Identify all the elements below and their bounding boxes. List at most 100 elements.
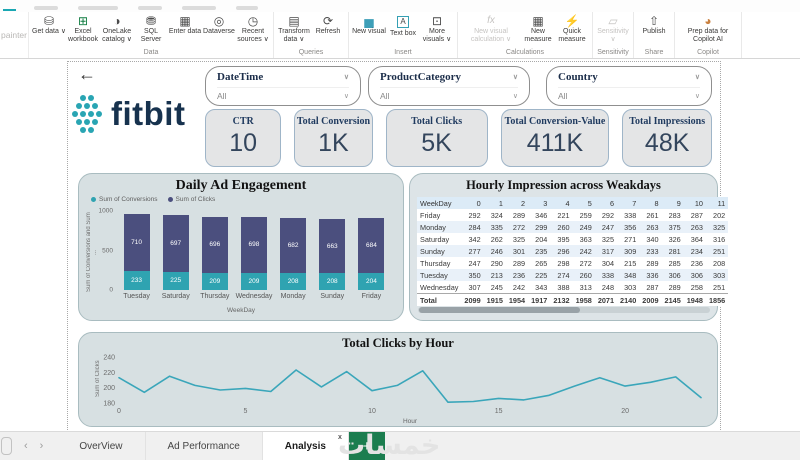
conversions-bar-segment[interactable]: 209 <box>240 273 267 290</box>
text-box-button[interactable]: A Text box <box>386 13 420 38</box>
new-measure-button[interactable]: ▦ New measure <box>521 13 555 44</box>
tab-overview[interactable]: OverView <box>57 432 146 460</box>
filter-value[interactable]: All ∨ <box>217 87 349 101</box>
table-cell: 364 <box>690 234 703 244</box>
table-row: Tuesday 350 213 236 225 274 260 338 348 336 306 306… <box>417 269 729 281</box>
table-scrollbar-thumb[interactable] <box>419 307 580 313</box>
table-cell: 1917 <box>528 293 551 306</box>
publish-button[interactable]: ⇧ Publish <box>637 13 671 36</box>
bar-chart-plot: 710 233 Tuesday 697 225 Saturday 696 209 Thursda… <box>99 208 391 300</box>
table-cell: 316 <box>713 234 726 244</box>
prep-data-for-copilot-button[interactable]: ◕ Prep data for Copilot AI <box>678 13 738 44</box>
ribbon-group-buttons: ◕ Prep data for Copilot AI <box>678 13 738 48</box>
chevron-down-icon[interactable]: ∨ <box>513 92 518 100</box>
ribbon-group-buttons: ⛁ Get data ∨ ⊞ Excel workbook ◑ OneLake catal… <box>32 13 270 48</box>
chevron-down-icon[interactable]: ∨ <box>695 92 700 100</box>
kpi-card-total-clicks[interactable]: Total Clicks 5K <box>385 109 488 167</box>
clicks-bar-segment[interactable]: 663 <box>319 219 346 274</box>
line-x-axis-label: Hour <box>403 418 418 425</box>
clicks-bar-segment[interactable]: 697 <box>162 215 189 272</box>
chevron-down-icon[interactable]: ∨ <box>513 73 518 81</box>
tab-ad-performance[interactable]: Ad Performance <box>145 432 263 460</box>
clicks-bar-segment[interactable]: 698 <box>240 216 267 274</box>
clicks-bar-segment[interactable]: 684 <box>358 218 385 274</box>
kpi-title: Total Conversion <box>296 116 371 127</box>
table-cell: 306 <box>683 269 706 281</box>
kpi-card-total-conversion[interactable]: Total Conversion 1K <box>294 109 373 167</box>
prev-page-arrow-icon[interactable]: ‹ <box>24 440 28 452</box>
table-row: Wednesday 307 245 242 343 388 313 248 303 287 289 2… <box>417 281 728 294</box>
filter-datetime[interactable]: DateTime ∨ All ∨ <box>205 66 361 106</box>
publish-icon: ⇧ <box>648 14 660 28</box>
conversions-bar-segment[interactable]: 209 <box>201 273 228 290</box>
back-arrow-icon[interactable]: ← <box>78 65 96 83</box>
column-header: 2 <box>505 197 529 209</box>
table-cell: 2140 <box>617 293 640 306</box>
recent-sources-button[interactable]: ◷ Recent sources ∨ <box>236 13 270 44</box>
table-horizontal-scrollbar[interactable] <box>418 307 710 313</box>
table-cell: 260 <box>550 221 573 233</box>
table-cell: 395 <box>557 234 570 244</box>
table-cell: 245 <box>490 282 503 292</box>
clicks-line-series[interactable] <box>118 369 702 404</box>
ribbon-group-share: ⇧ Publish Share <box>634 12 675 58</box>
filter-value[interactable]: All ∨ <box>380 87 518 101</box>
ribbon-button-label: Refresh <box>315 28 341 35</box>
sql-server-button[interactable]: ⛃ SQL Server <box>134 13 168 44</box>
new-visual-button[interactable]: ▅ New visual <box>352 13 386 36</box>
table-cell: 249 <box>572 221 595 233</box>
ribbon-group-data: ⛁ Get data ∨ ⊞ Excel workbook ◑ OneLake catal… <box>29 12 274 58</box>
clicks-bar-segment[interactable]: 696 <box>201 216 228 274</box>
tab-analysis[interactable]: Analysis x <box>262 432 349 460</box>
kpi-card-total-impressions[interactable]: Total Impressions 48K <box>622 109 712 167</box>
daily-ad-engagement-chart: Daily Ad Engagement Sum of Conversions Su… <box>78 173 404 321</box>
column-header: 5 <box>572 197 595 209</box>
chevron-down-icon[interactable]: ∨ <box>695 73 700 81</box>
conversions-bar-segment[interactable]: 204 <box>358 273 385 290</box>
ribbon-button-label: Quick measure <box>558 28 586 43</box>
next-page-arrow-icon[interactable]: › <box>40 440 44 452</box>
table-cell: 213 <box>483 269 506 281</box>
transform-data-button[interactable]: ▤ Transform data ∨ <box>277 13 311 44</box>
menubar-item-fragment <box>138 6 162 10</box>
excel-workbook-button[interactable]: ⊞ Excel workbook <box>66 13 100 44</box>
more-visuals-button[interactable]: ⊡ More visuals ∨ <box>420 13 454 44</box>
get-data-button[interactable]: ⛁ Get data ∨ <box>32 13 66 36</box>
chevron-down-icon[interactable]: ∨ <box>344 92 349 100</box>
clicks-bar-segment[interactable]: 682 <box>280 217 307 274</box>
conversions-bar-segment[interactable]: 208 <box>280 273 307 290</box>
conversions-bar-segment[interactable]: 225 <box>162 271 189 290</box>
conversions-bar-segment[interactable]: 208 <box>319 273 346 290</box>
filter-country[interactable]: Country ∨ All ∨ <box>546 66 712 106</box>
new-visual-calculation-button[interactable]: fx New visual calculation ∨ <box>461 13 521 44</box>
ribbon-button-label: More visuals ∨ <box>422 28 452 43</box>
kpi-card-ctr[interactable]: CTR 10 <box>205 109 282 167</box>
bar-column-friday: 684 204 Friday <box>352 211 391 300</box>
onelake-catalog-button[interactable]: ◑ OneLake catalog ∨ <box>100 13 134 44</box>
refresh-button[interactable]: ⟳ Refresh <box>311 13 345 36</box>
filter-value[interactable]: All ∨ <box>558 87 700 101</box>
table-cell: 2132 <box>550 293 573 306</box>
sensitivity-button[interactable]: ▱ Sensitivity ∨ <box>596 13 630 44</box>
get-data-icon: ⛁ <box>43 14 55 28</box>
table-cell: 292 <box>601 210 615 220</box>
bar-column-monday: 682 208 Monday <box>274 211 313 300</box>
column-header: 0 <box>461 197 484 209</box>
column-header: 10 <box>683 197 706 209</box>
table-row: Thursday 247 290 289 265 298 272 304 215 289 285 23… <box>417 257 728 269</box>
ribbon-group-label: Queries <box>298 49 324 56</box>
dataverse-button[interactable]: ◎ Dataverse <box>202 13 236 36</box>
format-painter-button[interactable]: painter <box>0 12 29 58</box>
conversions-bar-segment[interactable]: 233 <box>123 271 150 290</box>
ribbon-group-label: Copilot <box>697 49 719 56</box>
filter-productcategory[interactable]: ProductCategory ∨ All ∨ <box>368 66 530 106</box>
clicks-bar-segment[interactable]: 710 <box>123 213 150 272</box>
kpi-card-total-conversion-value[interactable]: Total Conversion-Value 411K <box>500 109 610 167</box>
chevron-down-icon[interactable]: ∨ <box>344 73 349 81</box>
table-cell: 303 <box>705 269 729 281</box>
enter-data-button[interactable]: ▦ Enter data <box>168 13 202 36</box>
line-y-tick: 220 <box>103 370 115 377</box>
ribbon-group-label: Insert <box>394 49 412 56</box>
quick-measure-button[interactable]: ⚡ Quick measure <box>555 13 589 44</box>
bar-chart-x-axis-label: WeekDay <box>226 307 256 314</box>
